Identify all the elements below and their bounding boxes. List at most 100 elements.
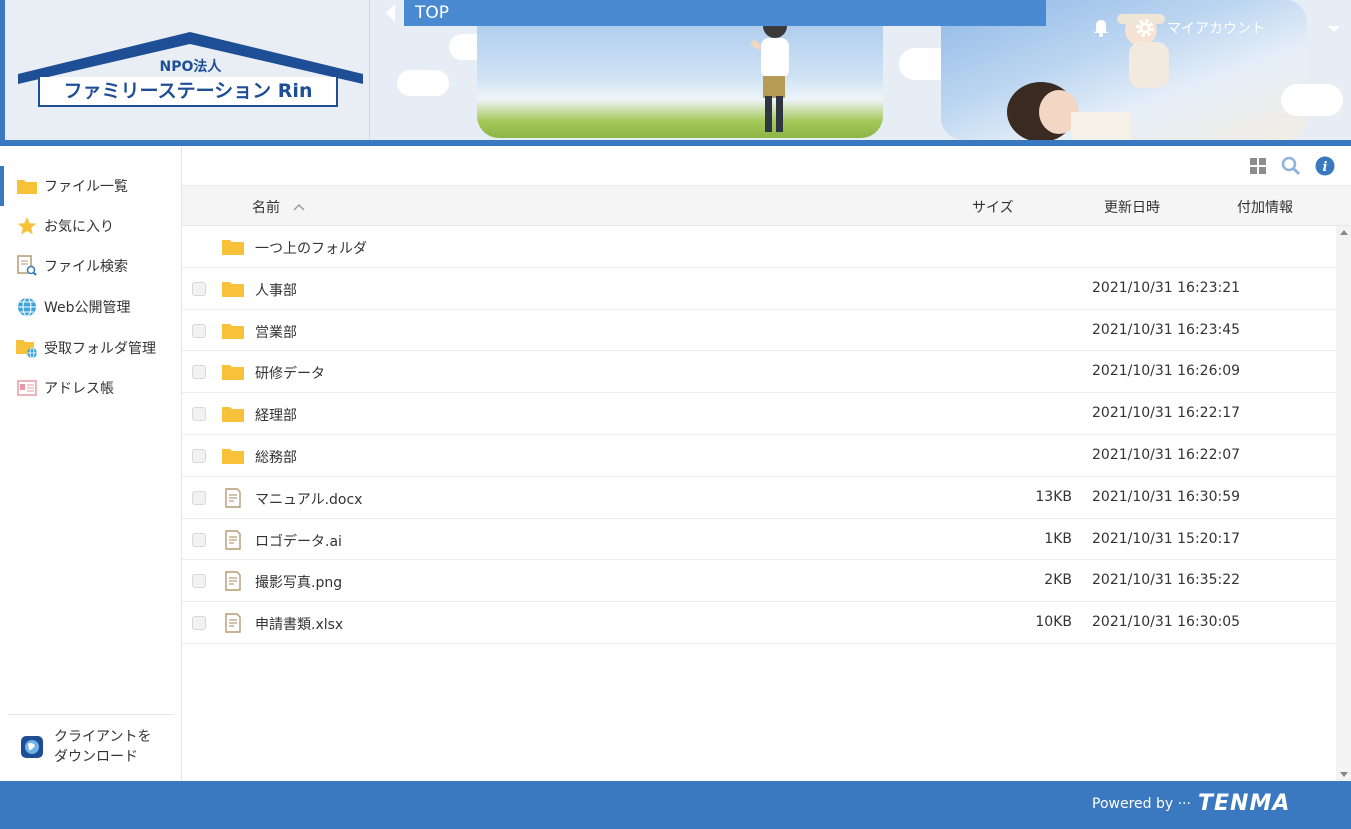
file-modified-date: 2021/10/31 16:26:09 xyxy=(1092,363,1241,380)
folder-globe-icon xyxy=(16,337,38,359)
row-checkbox[interactable] xyxy=(192,365,206,380)
column-header-name[interactable]: 名前 xyxy=(252,197,306,217)
row-checkbox[interactable] xyxy=(192,574,206,589)
file-modified-date: 2021/10/31 16:35:22 xyxy=(1092,572,1241,589)
folder-icon xyxy=(222,281,244,297)
sidebar-item-file-search[interactable]: ファイル検索 xyxy=(0,246,182,286)
tenma-logo: TENMA xyxy=(1198,791,1291,816)
table-row[interactable]: 申請書類.xlsx 10KB 2021/10/31 16:30:05 xyxy=(182,602,1336,644)
file-size: 10KB xyxy=(1035,614,1072,631)
sidebar-item-receive-folder[interactable]: 受取フォルダ管理 xyxy=(0,328,182,368)
file-name[interactable]: 営業部 xyxy=(255,322,297,342)
parent-folder-row[interactable]: 一つ上のフォルダ xyxy=(182,226,1336,268)
logo-panel: NPO法人 ファミリーステーション Rin xyxy=(10,0,370,140)
document-icon xyxy=(225,488,241,508)
star-icon xyxy=(16,215,38,237)
file-size: 13KB xyxy=(1035,488,1072,505)
client-download[interactable]: クライアントを ダウンロード xyxy=(8,714,174,767)
sidebar-item-file-list[interactable]: ファイル一覧 xyxy=(0,166,182,206)
download-client-icon xyxy=(21,736,43,758)
file-name[interactable]: ロゴデータ.ai xyxy=(255,531,342,551)
row-checkbox[interactable] xyxy=(192,323,206,338)
footer: Powered by ··· TENMA xyxy=(0,781,1351,829)
table-row[interactable]: 研修データ 2021/10/31 16:26:09 xyxy=(182,351,1336,394)
powered-by-label: Powered by ··· xyxy=(1092,796,1191,812)
file-size: 2KB xyxy=(1044,572,1072,589)
row-checkbox[interactable] xyxy=(192,616,206,631)
column-header-size[interactable]: サイズ xyxy=(972,197,1014,217)
file-name[interactable]: マニュアル.docx xyxy=(255,489,362,509)
folder-icon xyxy=(222,407,244,423)
grid-view-icon[interactable] xyxy=(1248,156,1268,176)
cloud-decoration xyxy=(1281,84,1343,116)
table-row[interactable]: マニュアル.docx 13KB 2021/10/31 16:30:59 xyxy=(182,477,1336,519)
toolbar: i xyxy=(182,146,1351,186)
row-checkbox[interactable] xyxy=(192,281,206,296)
file-modified-date: 2021/10/31 15:20:17 xyxy=(1092,530,1241,547)
column-header-modified[interactable]: 更新日時 xyxy=(1104,197,1160,217)
table-row[interactable]: 経理部 2021/10/31 16:22:17 xyxy=(182,393,1336,435)
client-download-label[interactable]: クライアントを ダウンロード xyxy=(54,727,151,767)
table-row[interactable]: 人事部 2021/10/31 16:23:21 xyxy=(182,268,1336,310)
sidebar-item-label: お気に入り xyxy=(44,219,114,235)
table-row[interactable]: 営業部 2021/10/31 16:23:45 xyxy=(182,310,1336,352)
file-name[interactable]: 経理部 xyxy=(255,405,297,425)
row-checkbox[interactable] xyxy=(192,490,206,505)
gear-icon[interactable] xyxy=(1135,18,1155,38)
sidebar-item-web-publish[interactable]: Web公開管理 xyxy=(0,287,182,327)
logo-title: ファミリーステーション Rin xyxy=(38,77,338,107)
document-icon xyxy=(225,613,241,633)
file-name[interactable]: 研修データ xyxy=(255,363,325,383)
scroll-up-icon[interactable] xyxy=(1340,230,1348,235)
account-area[interactable]: マイアカウント xyxy=(1093,14,1265,42)
svg-text:i: i xyxy=(1323,160,1328,175)
table-row[interactable]: ロゴデータ.ai 1KB 2021/10/31 15:20:17 xyxy=(182,519,1336,561)
file-modified-date: 2021/10/31 16:30:05 xyxy=(1092,614,1241,631)
column-header-info[interactable]: 付加情報 xyxy=(1237,197,1293,217)
search-icon[interactable] xyxy=(1281,156,1301,176)
bell-icon[interactable] xyxy=(1093,19,1109,37)
row-checkbox[interactable] xyxy=(192,407,206,422)
info-icon[interactable]: i xyxy=(1315,156,1335,176)
sidebar: ファイル一覧 お気に入り ファイル検索 Web公開管理 受取フォルダ管理 アドレ… xyxy=(0,146,182,781)
file-modified-date: 2021/10/31 16:23:45 xyxy=(1092,321,1241,338)
sort-ascending-icon[interactable] xyxy=(292,202,306,212)
file-search-icon xyxy=(16,255,38,277)
file-name[interactable]: 撮影写真.png xyxy=(255,572,342,592)
folder-icon xyxy=(222,240,244,255)
table-row[interactable]: 総務部 2021/10/31 16:22:07 xyxy=(182,435,1336,477)
scrollbar[interactable] xyxy=(1336,226,1351,781)
folder-icon xyxy=(222,323,244,339)
sidebar-item-label: Web公開管理 xyxy=(44,300,131,316)
logo-subtitle: NPO法人 xyxy=(159,59,222,75)
file-modified-date: 2021/10/31 16:23:21 xyxy=(1092,279,1241,296)
file-modified-date: 2021/10/31 16:22:17 xyxy=(1092,405,1241,422)
table-header: 名前 サイズ 更新日時 付加情報 xyxy=(182,186,1351,226)
sidebar-item-address-book[interactable]: アドレス帳 xyxy=(0,368,182,408)
document-icon xyxy=(225,571,241,592)
file-table-body: 一つ上のフォルダ 人事部 2021/10/31 16:23:21 営業部 2021/1… xyxy=(182,226,1336,644)
sidebar-item-label: ファイル一覧 xyxy=(44,179,128,195)
scroll-down-icon[interactable] xyxy=(1340,772,1348,777)
logo[interactable]: NPO法人 ファミリーステーション Rin xyxy=(18,30,363,110)
file-size: 1KB xyxy=(1044,530,1072,547)
account-label[interactable]: マイアカウント xyxy=(1167,18,1265,38)
file-name[interactable]: 総務部 xyxy=(255,447,297,467)
cloud-decoration xyxy=(397,70,449,96)
chevron-down-icon[interactable] xyxy=(1328,26,1340,32)
row-checkbox[interactable] xyxy=(192,448,206,463)
document-icon xyxy=(225,529,241,550)
globe-icon xyxy=(16,296,38,318)
file-modified-date: 2021/10/31 16:30:59 xyxy=(1092,488,1241,505)
file-name[interactable]: 申請書類.xlsx xyxy=(255,614,343,634)
table-row[interactable]: 撮影写真.png 2KB 2021/10/31 16:35:22 xyxy=(182,560,1336,603)
sidebar-item-favorites[interactable]: お気に入り xyxy=(0,206,182,246)
breadcrumb[interactable]: TOP xyxy=(404,0,1046,26)
file-name[interactable]: 人事部 xyxy=(255,280,297,300)
back-arrow-icon[interactable] xyxy=(386,4,395,22)
sidebar-item-label: 受取フォルダ管理 xyxy=(44,341,156,357)
sidebar-item-label: ファイル検索 xyxy=(44,259,128,275)
parent-folder-label: 一つ上のフォルダ xyxy=(255,241,367,257)
folder-icon xyxy=(222,448,244,464)
row-checkbox[interactable] xyxy=(192,532,206,547)
